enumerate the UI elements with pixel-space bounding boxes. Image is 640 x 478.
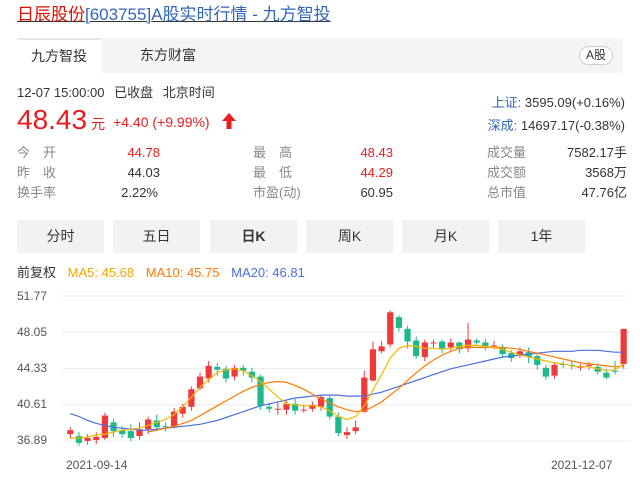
candle-body bbox=[413, 340, 420, 357]
candle-body bbox=[395, 317, 402, 328]
candle-body bbox=[343, 432, 351, 436]
candle-body bbox=[326, 398, 333, 417]
candle-body bbox=[214, 366, 221, 370]
candle-body bbox=[67, 430, 74, 435]
candle-body bbox=[300, 409, 307, 411]
candle-body bbox=[542, 367, 549, 377]
y-tick-label: 48.05 bbox=[17, 325, 48, 339]
candle-body bbox=[266, 406, 273, 409]
y-tick-label: 40.61 bbox=[17, 397, 48, 411]
candle-body bbox=[438, 341, 446, 349]
candle-body bbox=[179, 406, 186, 414]
candle-body bbox=[84, 437, 91, 441]
ma5-line bbox=[70, 344, 625, 439]
x-start-label: 2021-09-14 bbox=[66, 458, 128, 472]
candle-body bbox=[75, 436, 83, 443]
candle-body bbox=[283, 403, 290, 410]
candle-body bbox=[387, 312, 394, 345]
candle-body bbox=[127, 431, 134, 438]
candle-body bbox=[352, 427, 359, 432]
candle-body bbox=[421, 342, 428, 358]
x-end-label: 2021-12-07 bbox=[551, 458, 613, 472]
candle-body bbox=[490, 345, 498, 347]
candle-body bbox=[585, 364, 593, 366]
candle-body bbox=[611, 370, 619, 372]
candle-body bbox=[93, 437, 100, 440]
candle-body bbox=[378, 346, 385, 352]
candle-body bbox=[274, 408, 281, 410]
y-tick-label: 51.77 bbox=[17, 289, 48, 303]
ma20-line bbox=[70, 349, 624, 431]
candle-body bbox=[551, 364, 558, 376]
candle-body bbox=[603, 372, 610, 378]
candle-body bbox=[534, 356, 541, 365]
kline-chart[interactable] bbox=[0, 0, 640, 478]
candle-body bbox=[430, 342, 437, 344]
candle-body bbox=[404, 328, 411, 342]
candle-body bbox=[369, 349, 377, 381]
candle-body bbox=[447, 342, 454, 348]
candle-body bbox=[205, 365, 212, 379]
candle-body bbox=[335, 416, 342, 434]
candle-body bbox=[620, 328, 627, 364]
y-tick-label: 36.89 bbox=[17, 433, 48, 447]
candle-body bbox=[473, 340, 480, 343]
y-tick-label: 44.33 bbox=[17, 361, 48, 375]
